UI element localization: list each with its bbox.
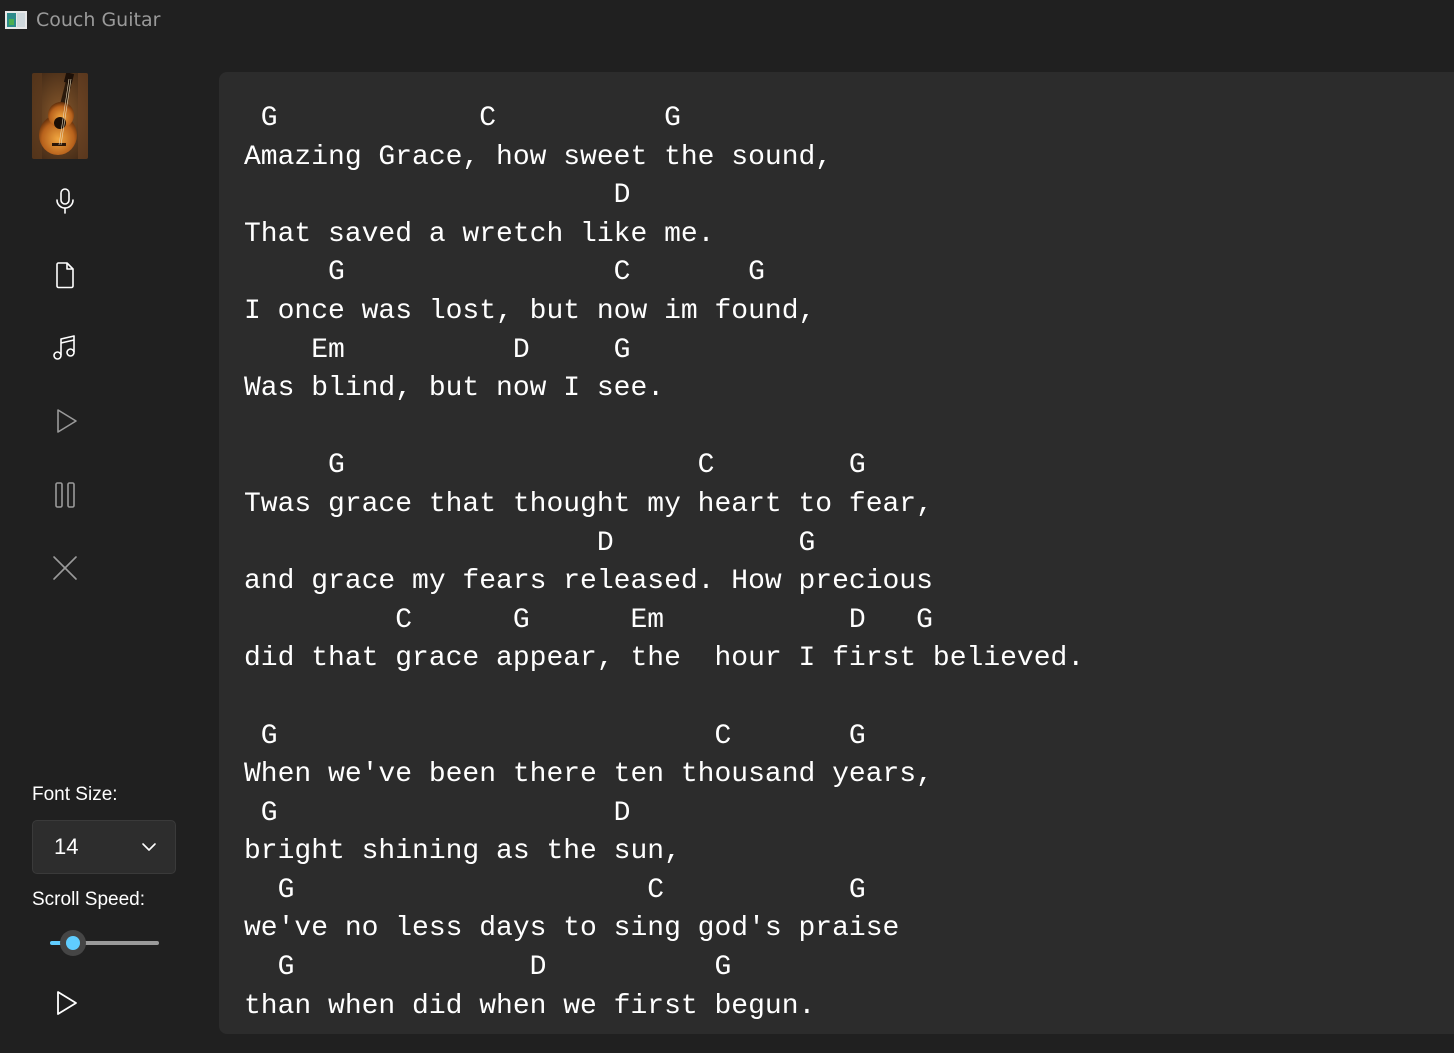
play-button[interactable] [44,400,86,442]
song-sheet-panel: G C G Amazing Grace, how sweet the sound,… [219,72,1454,1034]
lyric-line: than when did when we first begun. [244,990,816,1022]
lyric-line: and grace my fears released. How preciou… [244,566,933,598]
chord-sheet: G C G Amazing Grace, how sweet the sound,… [244,100,1084,1026]
chord-line: G C G [244,103,681,134]
chevron-down-icon [142,843,156,851]
slider-thumb[interactable] [60,930,86,956]
chord-line: G D G [244,952,732,984]
scroll-speed-label: Scroll Speed: [32,889,146,910]
microphone-icon [56,188,74,214]
lyric-line: I once was lost, but now im found, [244,295,816,327]
lyric-line: Amazing Grace, how sweet the sound, [244,141,833,173]
lyric-line: Twas grace that thought my heart to fear… [244,488,933,520]
chord-line: G C G [244,874,866,906]
music-note-icon [53,335,75,360]
play-icon [57,409,77,433]
title-bar: Couch Guitar [0,0,1454,40]
music-button[interactable] [44,327,86,369]
pause-button[interactable] [44,474,86,516]
font-size-select[interactable]: 14 [32,820,176,874]
chord-line: Em D G [244,334,631,366]
chord-line: C G Em D G [244,604,933,636]
lyric-line [244,679,1084,718]
close-icon [53,556,77,580]
document-icon [56,262,74,289]
app-icon [5,11,27,29]
app-title: Couch Guitar [36,9,161,31]
start-scroll-button[interactable] [44,982,86,1024]
chord-line: G D [244,797,631,829]
font-size-value: 14 [54,834,79,859]
chord-line: G C G [244,720,866,752]
chord-line: G C G [244,450,866,482]
microphone-button[interactable] [44,180,86,222]
lyric-line: bright shining as the sun, [244,836,681,868]
lyric-line: Was blind, but now I see. [244,373,665,405]
guitar-thumbnail[interactable] [32,73,88,159]
lyric-line: When we've been there ten thousand years… [244,759,933,791]
font-size-label: Font Size: [32,784,118,805]
document-button[interactable] [44,254,86,296]
lyric-line: we've no less days to sing god's praise [244,913,900,945]
lyric-line: That saved a wretch like me. [244,218,715,250]
chord-line: D [244,180,631,212]
lyric-line: did that grace appear, the hour I first … [244,643,1085,675]
lyric-line [244,409,1084,448]
scroll-speed-slider[interactable] [50,930,162,956]
close-button[interactable] [44,547,86,589]
chord-line: G C G [244,257,765,289]
pause-icon [55,482,75,508]
sidebar: Font Size: 14 Scroll Speed: [0,40,218,1053]
play-icon [57,991,77,1015]
chord-line: D G [244,527,816,559]
